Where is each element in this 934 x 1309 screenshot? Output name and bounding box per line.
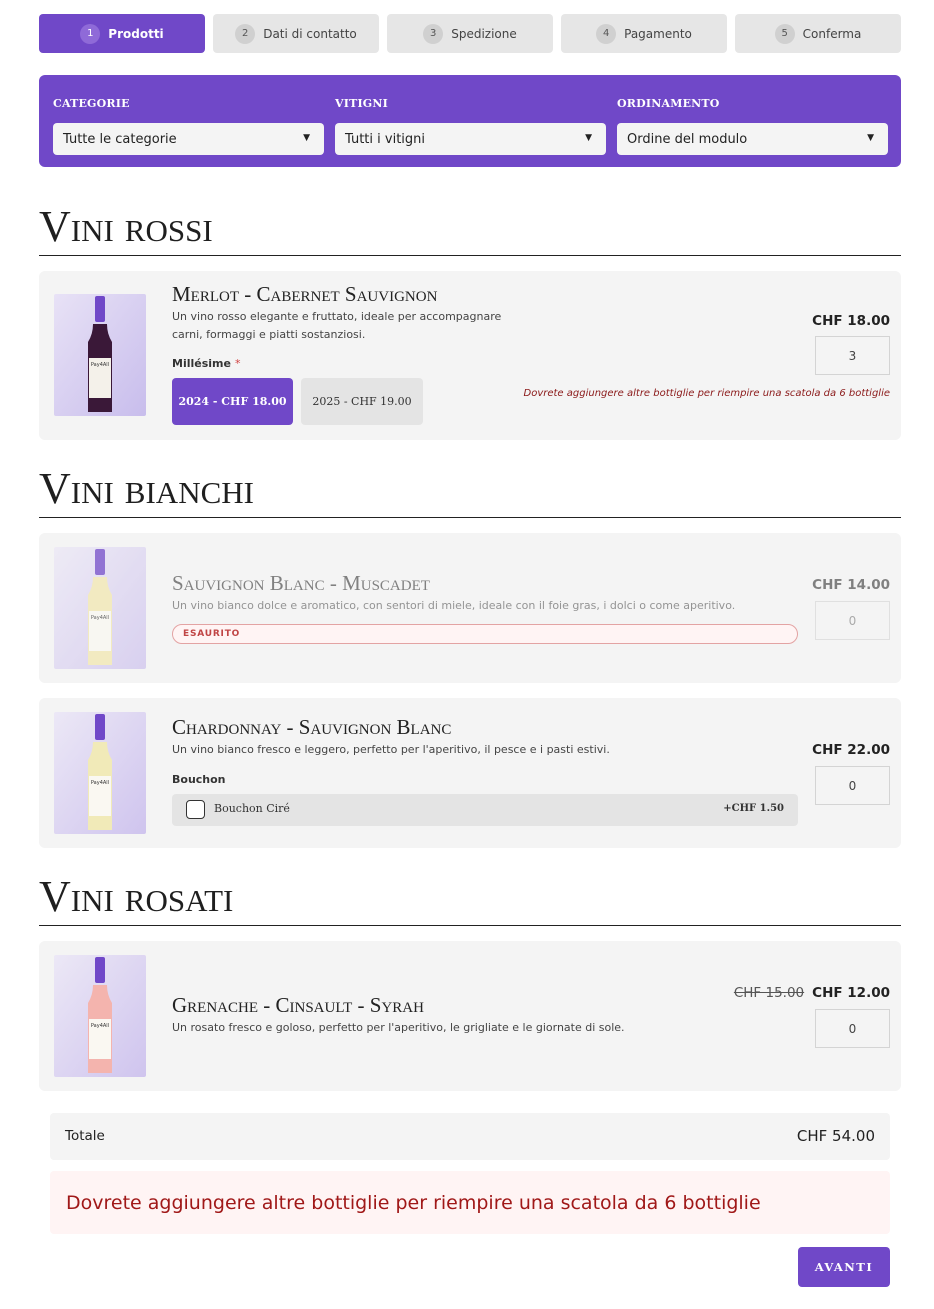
dropdown-arrow-icon: ▼ (867, 133, 874, 143)
category-select-value: Tutte le categorie (63, 131, 177, 147)
svg-text:Pay4All: Pay4All (91, 615, 109, 621)
step-label: Conferma (802, 26, 862, 41)
product-image: Pay4All (54, 712, 146, 834)
product-name: Sauvignon Blanc - Muscadet (172, 571, 430, 595)
svg-text:Pay4All: Pay4All (91, 780, 109, 786)
order-total: Totale CHF 54.00 (50, 1113, 890, 1160)
grape-select-value: Tutti i vitigni (345, 131, 426, 147)
quantity-input: 0 (815, 601, 890, 640)
sale-price: CHF 12.00 (812, 985, 890, 1001)
dropdown-arrow-icon: ▼ (303, 133, 310, 143)
product-price: CHF 22.00 (812, 742, 890, 758)
grape-select[interactable]: Tutti i vitigni ▼ (335, 123, 606, 155)
product-price: CHF 14.00 (812, 577, 890, 593)
product-image: Pay4All (54, 955, 146, 1077)
step-label: Prodotti (108, 26, 164, 41)
product-image: Pay4All (54, 294, 146, 416)
product-card-chardonnay: Pay4All Chardonnay - Sauvignon Blanc Un … (39, 698, 901, 848)
addon-label: Bouchon Ciré (214, 802, 290, 815)
total-value: CHF 54.00 (796, 1127, 875, 1145)
category-select[interactable]: Tutte le categorie ▼ (53, 123, 324, 155)
product-description: Un rosato fresco e goloso, perfetto per … (172, 1021, 625, 1034)
step-dati-di-contatto[interactable]: 2 Dati di contatto (213, 14, 379, 53)
quantity-input[interactable]: 0 (815, 766, 890, 805)
cork-addon-option[interactable]: Bouchon Ciré +CHF 1.50 (172, 794, 798, 826)
addon-price: +CHF 1.50 (723, 803, 784, 814)
sort-select[interactable]: Ordine del modulo ▼ (617, 123, 888, 155)
product-name: Chardonnay - Sauvignon Blanc (172, 715, 452, 739)
step-number: 4 (596, 23, 617, 44)
category-filter-label: CATEGORIE (53, 97, 130, 110)
svg-text:Pay4All: Pay4All (91, 362, 109, 368)
product-card-sauvignon: Pay4All Sauvignon Blanc - Muscadet Un vi… (39, 533, 901, 683)
product-price: CHF 15.00 CHF 12.00 (734, 985, 890, 1001)
step-pagamento[interactable]: 4 Pagamento (561, 14, 727, 53)
product-image: Pay4All (54, 547, 146, 669)
filter-bar: CATEGORIE Tutte le categorie ▼ VITIGNI T… (39, 75, 901, 167)
total-label: Totale (65, 1128, 105, 1144)
step-number: 1 (80, 23, 101, 44)
next-button[interactable]: AVANTI (798, 1247, 890, 1287)
step-number: 5 (774, 23, 795, 44)
step-spedizione[interactable]: 3 Spedizione (387, 14, 553, 53)
section-title-red: Vini rossi (39, 202, 213, 251)
product-name: Grenache - Cinsault - Syrah (172, 993, 424, 1017)
sort-select-value: Ordine del modulo (627, 131, 748, 147)
quantity-input[interactable]: 0 (815, 1009, 890, 1048)
vintage-option-2025[interactable]: 2025 - CHF 19.00 (301, 378, 423, 425)
box-warning-alert: Dovrete aggiungere altre bottiglie per r… (50, 1171, 890, 1234)
step-label: Dati di contatto (263, 26, 357, 41)
grape-filter-label: VITIGNI (335, 97, 389, 110)
section-divider (39, 517, 901, 518)
sort-filter-label: ORDINAMENTO (617, 97, 720, 110)
product-description: Un vino rosso elegante e fruttato, ideal… (172, 310, 502, 341)
product-description: Un vino bianco dolce e aromatico, con se… (172, 599, 736, 612)
section-title-white: Vini bianchi (39, 464, 254, 513)
cork-option-label: Bouchon (172, 773, 226, 786)
vintage-label: Millésime * (172, 357, 241, 370)
product-name: Merlot - Cabernet Sauvignon (172, 282, 438, 306)
quantity-input[interactable]: 3 (815, 336, 890, 375)
vintage-option-2024[interactable]: 2024 - CHF 18.00 (172, 378, 293, 425)
step-conferma[interactable]: 5 Conferma (735, 14, 901, 53)
product-card-grenache: Pay4All Grenache - Cinsault - Syrah Un r… (39, 941, 901, 1091)
product-price: CHF 18.00 (812, 313, 890, 329)
section-divider (39, 255, 901, 256)
dropdown-arrow-icon: ▼ (585, 133, 592, 143)
svg-text:Pay4All: Pay4All (91, 1023, 109, 1029)
section-divider (39, 925, 901, 926)
step-label: Pagamento (624, 26, 692, 41)
step-number: 2 (235, 23, 256, 44)
cork-checkbox[interactable] (186, 800, 205, 819)
step-prodotti[interactable]: 1 Prodotti (39, 14, 205, 53)
section-title-rose: Vini rosati (39, 872, 234, 921)
out-of-stock-badge: ESAURITO (172, 624, 798, 644)
step-label: Spedizione (451, 26, 517, 41)
product-description: Un vino bianco fresco e leggero, perfett… (172, 743, 610, 756)
box-warning: Dovrete aggiungere altre bottiglie per r… (523, 388, 890, 399)
original-price: CHF 15.00 (733, 985, 805, 1001)
step-number: 3 (423, 23, 444, 44)
product-card-merlot: Pay4All Merlot - Cabernet Sauvignon Un v… (39, 271, 901, 440)
required-asterisk: * (234, 357, 241, 370)
